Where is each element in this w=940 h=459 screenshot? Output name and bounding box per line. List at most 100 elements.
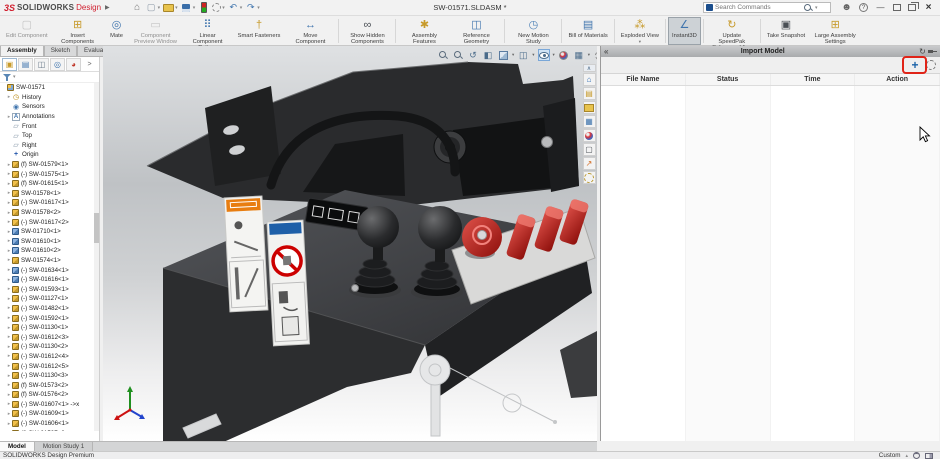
tree-item[interactable]: ▸(-) SW-01130<2> xyxy=(0,342,99,352)
tree-item[interactable]: ▸(f) SW-01576<2> xyxy=(0,390,99,400)
help-icon[interactable]: ? xyxy=(859,3,868,12)
file-explorer-tab[interactable] xyxy=(583,101,596,114)
tab-motion-study-1[interactable]: Motion Study 1 xyxy=(35,442,93,451)
hide-show-items-button[interactable] xyxy=(538,49,550,61)
redo-button[interactable]: ▾ xyxy=(245,2,260,13)
tree-item[interactable]: ▸(-) SW-01592<1> xyxy=(0,313,99,323)
update-speedpak-subassemblies-button[interactable]: ↻Update SpeedPak Subassemblies xyxy=(706,17,758,45)
tree-item[interactable]: ▸(f) SW-01597<2> xyxy=(0,428,99,431)
insert-components-button[interactable]: ⊞Insert Components▾ xyxy=(52,17,104,45)
tree-item[interactable]: ▸(f) SW-01579<1> xyxy=(0,160,99,170)
design-checker-button[interactable] xyxy=(198,2,209,13)
mate-button[interactable]: ◎Mate xyxy=(104,17,130,45)
search-input[interactable] xyxy=(715,4,801,11)
dimxpert-manager-tab[interactable] xyxy=(50,58,65,71)
view-settings-button[interactable] xyxy=(593,49,597,61)
tree-item[interactable]: Sensors xyxy=(0,102,99,112)
tree-item[interactable]: ▸(-) SW-01612<4> xyxy=(0,352,99,362)
tree-item[interactable]: ▸(-) SW-01616<1> xyxy=(0,275,99,285)
tree-item[interactable]: ▸SW-01578<1> xyxy=(0,189,99,199)
instant3d-button[interactable]: ∠Instant3D xyxy=(668,17,701,45)
appearances-tab[interactable] xyxy=(583,129,596,142)
graphics-viewport[interactable]: ↺◧▾◫▾▾▦▾▾« ∧ xyxy=(103,46,597,441)
tree-item[interactable]: ▸SW-01574<1> xyxy=(0,256,99,266)
large-assembly-settings-button[interactable]: ⊞Large Assembly Settings xyxy=(809,17,861,45)
layout-icon[interactable] xyxy=(893,4,901,11)
tree-scrollbar[interactable] xyxy=(94,83,99,431)
section-view-button[interactable]: ◧ xyxy=(482,49,494,61)
ribbon-caret-icon[interactable]: ▾ xyxy=(639,39,641,44)
minimize-icon[interactable] xyxy=(875,2,886,13)
options-gear-caret-icon[interactable]: ▾ xyxy=(222,5,225,11)
edit-appearance-button[interactable] xyxy=(558,49,570,61)
tree-item[interactable]: ▸SW-01610<2> xyxy=(0,246,99,256)
new-motion-study-button[interactable]: ◷New Motion Study xyxy=(507,17,559,45)
tree-item[interactable]: ▸(-) SW-01612<3> xyxy=(0,332,99,342)
zoom-area-button[interactable] xyxy=(452,49,464,61)
tree-item[interactable]: Right xyxy=(0,141,99,151)
tree-item[interactable]: ▸(-) SW-01607<1> ->x xyxy=(0,400,99,410)
tab-assembly[interactable]: Assembly xyxy=(0,46,44,57)
tree-item[interactable]: ▸(f) SW-01615<1> xyxy=(0,179,99,189)
filter-icon[interactable] xyxy=(3,73,11,81)
tab-sketch[interactable]: Sketch xyxy=(44,46,77,57)
tree-item[interactable]: ▸(-) SW-01575<1> xyxy=(0,169,99,179)
feature-manager-tab[interactable] xyxy=(2,58,17,71)
tree-item[interactable]: SW-01571 xyxy=(0,83,99,93)
tree-item[interactable]: ▸(-) SW-01617<2> xyxy=(0,217,99,227)
display-style-caret-icon[interactable]: ▾ xyxy=(532,52,534,58)
smart-fasteners-button[interactable]: †Smart Fasteners xyxy=(234,17,285,45)
tree-item[interactable]: Origin xyxy=(0,150,99,160)
tree-scrollbar-thumb[interactable] xyxy=(94,213,99,243)
apply-scene-button[interactable]: ▦ xyxy=(573,49,585,61)
search-icon[interactable] xyxy=(803,3,813,13)
tree-item[interactable]: ▸(-) SW-01606<1> xyxy=(0,419,99,429)
zoom-fit-button[interactable] xyxy=(437,49,449,61)
options-gear-button[interactable]: ▾ xyxy=(212,3,225,12)
task-pane-collapse-icon[interactable]: ∧ xyxy=(583,64,596,72)
tree-item[interactable]: ▸(-) SW-01127<1> xyxy=(0,294,99,304)
search-box[interactable]: ▾ xyxy=(703,2,831,13)
previous-view-button[interactable]: ↺ xyxy=(467,49,479,61)
save-button[interactable]: ▾ xyxy=(181,2,196,13)
open-button[interactable]: ▾ xyxy=(163,2,178,13)
undo-button[interactable]: ▾ xyxy=(228,2,243,13)
restore-icon[interactable] xyxy=(908,4,916,11)
tree-item[interactable]: ▸SW-01710<1> xyxy=(0,227,99,237)
view-palette-tab[interactable] xyxy=(583,115,596,128)
menu-expand-arrow[interactable]: ▶ xyxy=(105,4,110,11)
resources-tab[interactable] xyxy=(583,73,596,86)
exploded-view-button[interactable]: ⁂Exploded View▾ xyxy=(617,17,663,45)
user-icon[interactable] xyxy=(841,2,852,13)
apply-scene-caret-icon[interactable]: ▾ xyxy=(588,52,590,58)
tree-item[interactable]: ▸History xyxy=(0,93,99,103)
show-hidden-components-button[interactable]: ∞Show Hidden Components xyxy=(341,17,393,45)
view-orientation-caret-icon[interactable]: ▾ xyxy=(512,52,514,58)
redo-caret-icon[interactable]: ▾ xyxy=(257,5,260,11)
open-caret-icon[interactable]: ▾ xyxy=(175,5,178,11)
bill-of-materials-button[interactable]: ▤Bill of Materials xyxy=(564,17,611,45)
tree-item[interactable]: ▸(-) SW-01593<1> xyxy=(0,284,99,294)
tree-item[interactable]: ▸SW-01610<1> xyxy=(0,237,99,247)
search-caret-icon[interactable]: ▾ xyxy=(815,5,818,11)
panel-tabs-overflow[interactable]: > xyxy=(82,58,97,71)
forum-tab[interactable] xyxy=(583,157,596,170)
display-manager-tab[interactable] xyxy=(66,58,81,71)
save-caret-icon[interactable]: ▾ xyxy=(193,5,196,11)
tree-item[interactable]: ▸(-) SW-01482<1> xyxy=(0,304,99,314)
tree-item[interactable]: ▸Annotations xyxy=(0,112,99,122)
move-component-button[interactable]: ↔Move Component▾ xyxy=(284,17,336,45)
tree-item[interactable]: ▸(-) SW-01617<1> xyxy=(0,198,99,208)
assembly-features-button[interactable]: ✱Assembly Features▾ xyxy=(398,17,450,45)
new-document-caret-icon[interactable]: ▾ xyxy=(158,5,161,11)
linear-component-pattern-button[interactable]: ⠿Linear Component Pattern▾ xyxy=(182,17,234,45)
tree-item[interactable]: ▸(-) SW-01634<1> xyxy=(0,265,99,275)
filter-caret-icon[interactable]: ▾ xyxy=(13,74,16,80)
pin-icon[interactable] xyxy=(928,48,937,56)
display-style-button[interactable]: ◫ xyxy=(517,49,529,61)
units-mode[interactable]: Custom xyxy=(879,452,901,459)
tree-item[interactable]: ▸(-) SW-01130<3> xyxy=(0,371,99,381)
tree-item[interactable]: ▸SW-01578<2> xyxy=(0,208,99,218)
tree-item[interactable]: Top xyxy=(0,131,99,141)
custom-properties-tab[interactable] xyxy=(583,143,596,156)
